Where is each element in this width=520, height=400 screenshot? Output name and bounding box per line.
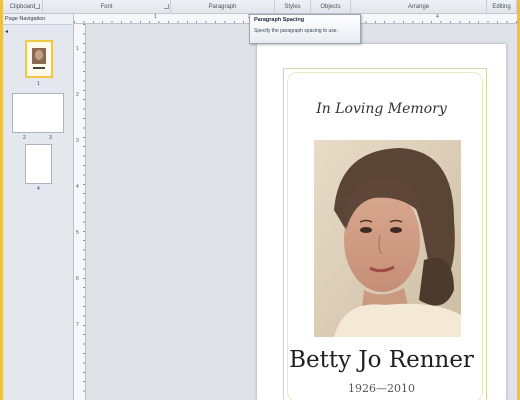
ruler-number: 4 — [76, 184, 79, 190]
page-navigation-pane: Page Navigation ◂ 1 2 3 4 — [3, 14, 74, 400]
page-number-2: 2 — [23, 135, 26, 141]
ruler-number: 4 — [436, 14, 439, 20]
page-navigation-title: Page Navigation — [3, 14, 73, 25]
collapse-pane-icon[interactable]: ◂ — [5, 28, 8, 35]
ruler-number: 7 — [76, 322, 79, 328]
page-thumbnail-1[interactable] — [25, 40, 53, 78]
thumbnail-preview-icon — [27, 42, 51, 76]
ribbon-group-editing: Editing — [487, 0, 517, 14]
page-number-1: 1 — [37, 81, 40, 87]
ribbon-group-labels: Clipboard Font Paragraph Styles Objects … — [3, 0, 517, 14]
portrait-image-icon — [314, 140, 461, 337]
ruler-number: 5 — [76, 230, 79, 236]
clipboard-launcher-icon[interactable] — [35, 4, 40, 9]
font-launcher-icon[interactable] — [164, 4, 169, 9]
page-thumbnail-2-3[interactable] — [12, 93, 64, 133]
ruler-number: 6 — [76, 276, 79, 282]
in-loving-memory-heading[interactable]: In Loving Memory — [257, 101, 506, 117]
life-years[interactable]: 1926—2010 — [257, 382, 506, 395]
tooltip-body: Specify the paragraph spacing to use. — [254, 28, 338, 34]
portrait-photo[interactable] — [314, 140, 461, 337]
publisher-window: Clipboard Font Paragraph Styles Objects … — [3, 0, 517, 400]
ribbon-group-paragraph: Paragraph — [171, 0, 275, 14]
ruler-number: 2 — [76, 92, 79, 98]
tooltip-title: Paragraph Spacing — [254, 17, 305, 23]
ribbon-group-font: Font — [43, 0, 171, 14]
ribbon-group-arrange: Arrange — [351, 0, 487, 14]
ribbon-group-objects: Objects — [311, 0, 351, 14]
vertical-ruler[interactable]: 1 2 3 4 5 6 7 — [74, 24, 86, 400]
deceased-name[interactable]: Betty Jo Renner — [257, 347, 506, 373]
page-number-3: 3 — [49, 135, 52, 141]
paragraph-spacing-tooltip: Paragraph Spacing Specify the paragraph … — [249, 14, 361, 44]
page-number-4: 4 — [37, 186, 40, 192]
ruler-number: 1 — [76, 46, 79, 52]
ruler-number: 1 — [154, 14, 157, 20]
document-page[interactable]: In Loving Memory Betty Jo Renner 1926—20… — [257, 44, 506, 400]
page-thumbnail-4[interactable] — [25, 144, 52, 184]
ribbon-group-styles: Styles — [275, 0, 311, 14]
ruler-number: 3 — [76, 138, 79, 144]
